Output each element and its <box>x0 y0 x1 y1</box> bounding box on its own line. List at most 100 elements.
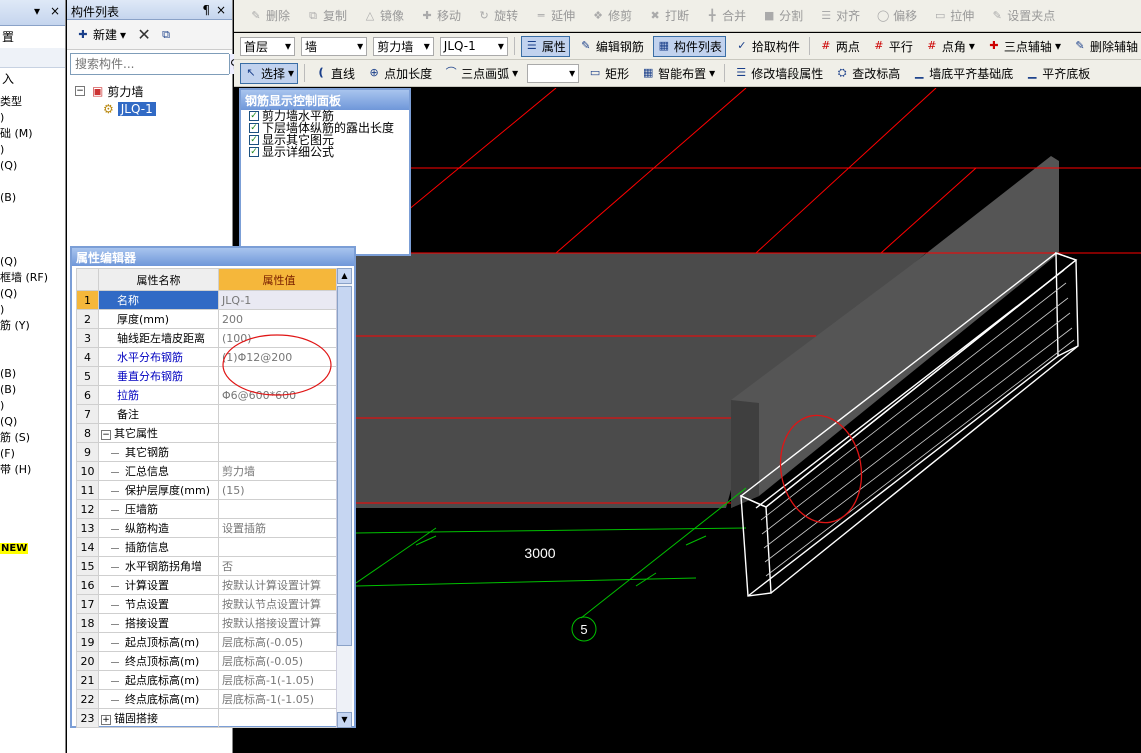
property-value[interactable]: 层底标高-1(-1.05) <box>218 670 340 690</box>
left-list-item[interactable] <box>0 238 65 254</box>
property-value[interactable]: (15) <box>218 480 340 500</box>
3d-viewport[interactable]: 5 3000 <box>356 88 1141 753</box>
left-list-item[interactable] <box>0 206 65 222</box>
left-list-item[interactable]: 筋 (S) <box>0 430 65 446</box>
property-row[interactable]: 22 终点底标高(m) 层底标高-1(-1.05) <box>76 689 340 709</box>
property-row[interactable]: 7 备注 <box>76 404 340 424</box>
edit-tool-button[interactable]: ✎ 设置夹点 <box>987 5 1058 26</box>
property-row[interactable]: 18 搭接设置 按默认搭接设置计算 <box>76 613 340 633</box>
left-list-item[interactable]: (Q) <box>0 254 65 270</box>
pin-icon[interactable]: ▾ <box>34 4 40 18</box>
copy-icon[interactable]: ⧉ <box>159 28 173 42</box>
checkbox-show-detailed-formula[interactable]: ✓ 显示详细公式 <box>249 146 401 158</box>
parallel-axis-button[interactable]: # 平行 <box>869 36 916 57</box>
floor-select[interactable]: 首层 ▾ <box>240 36 295 56</box>
property-row[interactable]: 14 插筋信息 <box>76 537 340 557</box>
property-value[interactable]: 按默认节点设置计算 <box>218 594 340 614</box>
property-value[interactable] <box>218 442 340 462</box>
align-slab-button[interactable]: ▁ 平齐底板 <box>1022 63 1093 84</box>
left-list-item[interactable]: (F) <box>0 446 65 462</box>
property-value[interactable]: 层底标高(-0.05) <box>218 632 340 652</box>
property-row[interactable]: 20 终点顶标高(m) 层底标高(-0.05) <box>76 651 340 671</box>
left-list-item[interactable]: (B) <box>0 366 65 382</box>
edit-tool-button[interactable]: ╋ 合并 <box>702 5 749 26</box>
new-component-button[interactable]: ✚ 新建 ▾ <box>73 24 129 45</box>
left-list-item[interactable]: 筋 (Y) <box>0 318 65 334</box>
edit-tool-button[interactable]: ■ 分割 <box>759 5 806 26</box>
left-list-item[interactable]: ) <box>0 142 65 158</box>
left-list-item[interactable]: (Q) <box>0 158 65 174</box>
property-row[interactable]: 13 纵筋构造 设置插筋 <box>76 518 340 538</box>
collapse-icon[interactable]: − <box>101 430 111 440</box>
collapse-icon[interactable]: − <box>75 86 85 96</box>
property-value[interactable]: (100) <box>218 328 340 348</box>
select-button[interactable]: ↖ 选择 ▾ <box>240 62 299 84</box>
property-row[interactable]: 12 压墙筋 <box>76 499 340 519</box>
property-value[interactable]: 200 <box>218 309 340 329</box>
smart-layout-button[interactable]: ▦ 智能布置 ▾ <box>638 63 718 84</box>
property-row[interactable]: 17 节点设置 按默认节点设置计算 <box>76 594 340 614</box>
arc-option-select[interactable]: ▾ <box>527 63 580 83</box>
component-list-button[interactable]: ▦ 构件列表 <box>652 35 726 57</box>
property-row[interactable]: 4 水平分布钢筋 (1)Φ12@200 <box>76 347 340 367</box>
left-list-item[interactable]: (B) <box>0 190 65 206</box>
property-value[interactable]: 剪力墙 <box>218 461 340 481</box>
three-point-arc-button[interactable]: ⌒ 三点画弧 ▾ <box>441 63 521 84</box>
close-icon[interactable]: × <box>50 4 60 18</box>
delete-x-icon[interactable]: ✕ <box>137 26 151 42</box>
close-icon[interactable]: × <box>216 3 226 17</box>
left-list-item[interactable]: ) <box>0 110 65 126</box>
edit-tool-button[interactable]: ═ 延伸 <box>531 5 578 26</box>
property-scrollbar[interactable]: ▲ ▼ <box>336 268 352 728</box>
rectangle-button[interactable]: ▭ 矩形 <box>585 63 632 84</box>
property-row[interactable]: 11 保护层厚度(mm) (15) <box>76 480 340 500</box>
left-list-item[interactable]: ) <box>0 398 65 414</box>
tree-node-jlq1[interactable]: ⚙ JLQ-1 <box>103 100 224 118</box>
property-row[interactable]: 9 其它钢筋 <box>76 442 340 462</box>
edit-tool-button[interactable]: ✚ 移动 <box>417 5 464 26</box>
property-row[interactable]: 21 起点底标高(m) 层底标高-1(-1.05) <box>76 670 340 690</box>
left-list-item[interactable]: (B) <box>0 382 65 398</box>
left-list-item[interactable] <box>0 334 65 350</box>
left-list-item[interactable]: ) <box>0 302 65 318</box>
line-button[interactable]: ❪ 直线 <box>311 63 358 84</box>
property-value[interactable]: 否 <box>218 556 340 576</box>
property-value[interactable]: 设置插筋 <box>218 518 340 538</box>
edit-tool-button[interactable]: ☰ 对齐 <box>816 5 863 26</box>
property-row[interactable]: 3 轴线距左墙皮距离 (100) <box>76 328 340 348</box>
pin-icon[interactable]: ¶ <box>202 3 210 17</box>
left-panel-row-settings[interactable]: 置 <box>0 26 65 48</box>
property-value[interactable] <box>218 537 340 557</box>
left-list-item[interactable] <box>0 222 65 238</box>
property-value[interactable] <box>218 499 340 519</box>
edit-tool-button[interactable]: △ 镜像 <box>360 5 407 26</box>
edit-tool-button[interactable]: ▭ 拉伸 <box>930 5 977 26</box>
property-row[interactable]: 15 水平钢筋拐角增否 <box>76 556 340 576</box>
property-value[interactable] <box>218 404 340 424</box>
expand-icon[interactable]: + <box>101 715 111 725</box>
subtype-select[interactable]: 剪力墙 ▾ <box>373 36 434 56</box>
edit-tool-button[interactable]: ❖ 修剪 <box>588 5 635 26</box>
property-value[interactable] <box>218 423 340 443</box>
edit-tool-button[interactable]: ⧉ 复制 <box>303 5 350 26</box>
left-list-item[interactable]: (Q) <box>0 286 65 302</box>
property-value[interactable]: (1)Φ12@200 <box>218 347 340 367</box>
property-value[interactable]: 层底标高-1(-1.05) <box>218 689 340 709</box>
property-value[interactable] <box>218 366 340 386</box>
property-row[interactable]: 6 拉筋 Φ6@600*600 <box>76 385 340 405</box>
type-select[interactable]: 墙 ▾ <box>300 36 368 56</box>
scroll-up-icon[interactable]: ▲ <box>337 268 352 284</box>
edit-tool-button[interactable]: ✎ 删除 <box>246 5 293 26</box>
property-value[interactable]: 层底标高(-0.05) <box>218 651 340 671</box>
left-list-item[interactable]: 类型 <box>0 94 65 110</box>
property-value[interactable]: 按默认计算设置计算 <box>218 575 340 595</box>
modify-wall-segment-button[interactable]: ☰ 修改墙段属性 <box>731 63 826 84</box>
property-value[interactable] <box>218 708 340 728</box>
edit-tool-button[interactable]: ◯ 偏移 <box>873 5 920 26</box>
property-row[interactable]: 1 名称 JLQ-1 <box>76 290 340 310</box>
left-list-item[interactable] <box>0 174 65 190</box>
properties-button[interactable]: ☰ 属性 <box>520 35 570 57</box>
property-value[interactable]: 按默认搭接设置计算 <box>218 613 340 633</box>
scroll-down-icon[interactable]: ▼ <box>337 712 352 728</box>
left-panel-row-import[interactable]: 入 <box>0 68 65 90</box>
